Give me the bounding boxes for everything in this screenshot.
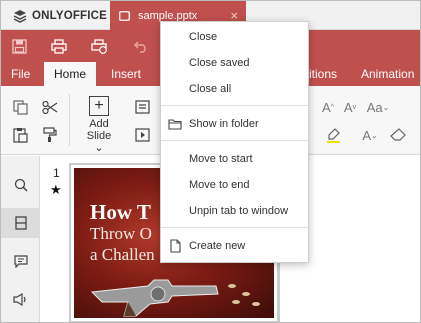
paste-icon[interactable] — [11, 126, 29, 144]
transition-star-icon: ★ — [50, 182, 62, 197]
left-sidebar — [1, 156, 40, 322]
quick-print-icon[interactable] — [89, 36, 109, 56]
onlyoffice-logo-icon — [13, 10, 27, 23]
increase-font-icon[interactable]: A ^ — [319, 98, 337, 116]
save-icon[interactable] — [9, 36, 29, 56]
clear-style-icon[interactable] — [389, 126, 407, 144]
ribbon-divider — [69, 94, 70, 146]
slide-text-line: a Challen — [90, 245, 155, 264]
menu-item-close-all[interactable]: Close all — [161, 77, 308, 101]
menu-separator — [161, 227, 308, 228]
decrease-font-icon[interactable]: Av — [341, 98, 359, 116]
app-name: ONLYOFFICE — [32, 10, 108, 22]
slides-panel-icon[interactable] — [1, 208, 40, 238]
tab-file[interactable]: File — [1, 62, 40, 86]
menu-item-label: Create new — [189, 240, 246, 252]
menu-item-show-in-folder[interactable]: Show in folder — [161, 112, 308, 136]
document-tab-name: sample.pptx — [138, 9, 198, 22]
app-logo: ONLYOFFICE — [13, 9, 107, 23]
search-icon[interactable] — [1, 170, 40, 200]
menu-item-close[interactable]: Close — [161, 25, 308, 49]
add-slide-label-line1: Add — [89, 118, 109, 130]
slide-number: 1 — [53, 166, 60, 180]
menu-item-close-saved[interactable]: Close saved — [161, 51, 308, 75]
menu-item-move-to-end[interactable]: Move to end — [161, 173, 308, 197]
tab-animation[interactable]: Animation — [351, 62, 420, 86]
tab-insert[interactable]: Insert — [101, 62, 151, 86]
menu-separator — [161, 105, 308, 106]
app-window: ONLYOFFICE sample.pptx × File Home Inser… — [0, 0, 421, 323]
font-color-icon[interactable]: A ⌄ — [361, 126, 379, 144]
slide-layout-icon[interactable] — [133, 98, 151, 116]
folder-icon — [168, 119, 182, 130]
new-document-icon — [170, 239, 181, 253]
highlight-color-icon[interactable] — [325, 126, 343, 144]
tab-context-menu: Close Close saved Close all Show in fold… — [160, 21, 309, 263]
slide-text-line: Throw O — [90, 224, 152, 243]
feedback-icon[interactable] — [1, 284, 40, 314]
change-case-icon[interactable]: Aa ⌄ — [365, 98, 391, 116]
start-slideshow-icon[interactable] — [133, 126, 151, 144]
menu-item-create-new[interactable]: Create new — [161, 234, 308, 258]
format-painter-icon[interactable] — [41, 126, 59, 144]
copy-icon[interactable] — [11, 98, 29, 116]
cut-icon[interactable] — [41, 98, 59, 116]
tab-home[interactable]: Home — [44, 62, 97, 86]
slide-title: How T — [90, 200, 151, 224]
menu-item-move-to-start[interactable]: Move to start — [161, 147, 308, 171]
revolver-image — [90, 279, 219, 317]
comments-icon[interactable] — [1, 246, 40, 276]
menu-separator — [161, 140, 308, 141]
undo-icon[interactable] — [131, 36, 151, 56]
bullets-image — [228, 284, 260, 306]
add-slide-button[interactable]: + Add Slide ⌄ — [81, 96, 117, 154]
menu-item-unpin-tab[interactable]: Unpin tab to window — [161, 199, 308, 223]
plus-icon: + — [89, 96, 109, 116]
menu-item-label: Show in folder — [189, 118, 259, 130]
presentation-file-icon — [119, 10, 130, 21]
add-slide-label-line2: Slide ⌄ — [86, 130, 112, 154]
print-icon[interactable] — [49, 36, 69, 56]
